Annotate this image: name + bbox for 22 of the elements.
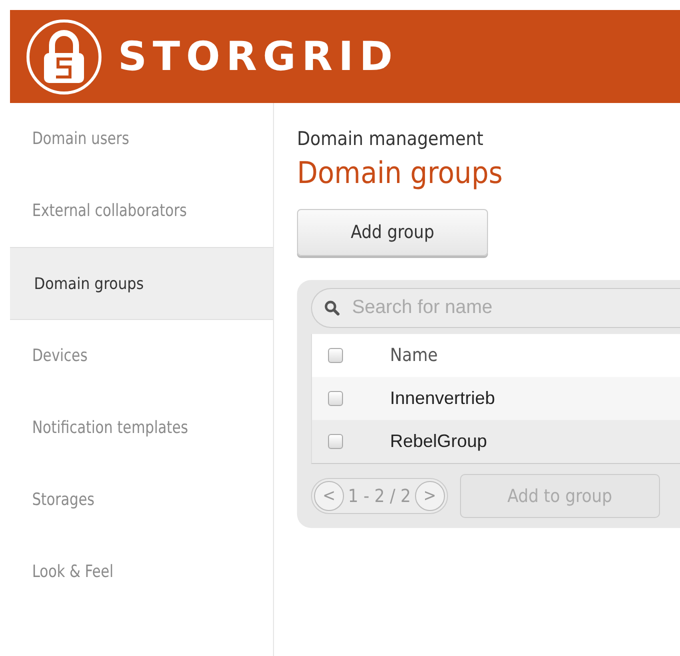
next-page-button[interactable]: > (414, 481, 445, 511)
sidebar-item[interactable]: External collaborators (10, 175, 252, 247)
sidebar-item[interactable]: Domain users (10, 103, 252, 175)
previous-page-button[interactable]: < (314, 481, 344, 511)
page-title: Domain groups (297, 156, 504, 191)
breadcrumb: Domain management (297, 128, 484, 150)
select-all-checkbox[interactable] (328, 348, 343, 363)
table-cell: Innenvertrieb (390, 388, 496, 409)
sidebar-item[interactable]: Storages (10, 464, 252, 536)
page-range: 1 - 2 / 2 (348, 486, 411, 506)
padlock-logo-icon (24, 16, 104, 96)
row-checkbox[interactable] (328, 391, 343, 406)
sidebar-item[interactable]: Devices (10, 320, 252, 392)
add-group-button[interactable]: Add group (297, 209, 488, 256)
row-checkbox[interactable] (328, 434, 343, 449)
table-cell: RebelGroup (390, 431, 488, 452)
search-field[interactable]: Search for name (311, 288, 680, 328)
logo-text: STORGRID (118, 34, 399, 80)
column-header[interactable]: Name (390, 345, 438, 366)
sidebar-item[interactable]: Notification templates (10, 392, 252, 464)
sidebar-item[interactable]: Look & Feel (10, 536, 252, 608)
sidebar-item[interactable]: Domain groups (10, 247, 273, 320)
